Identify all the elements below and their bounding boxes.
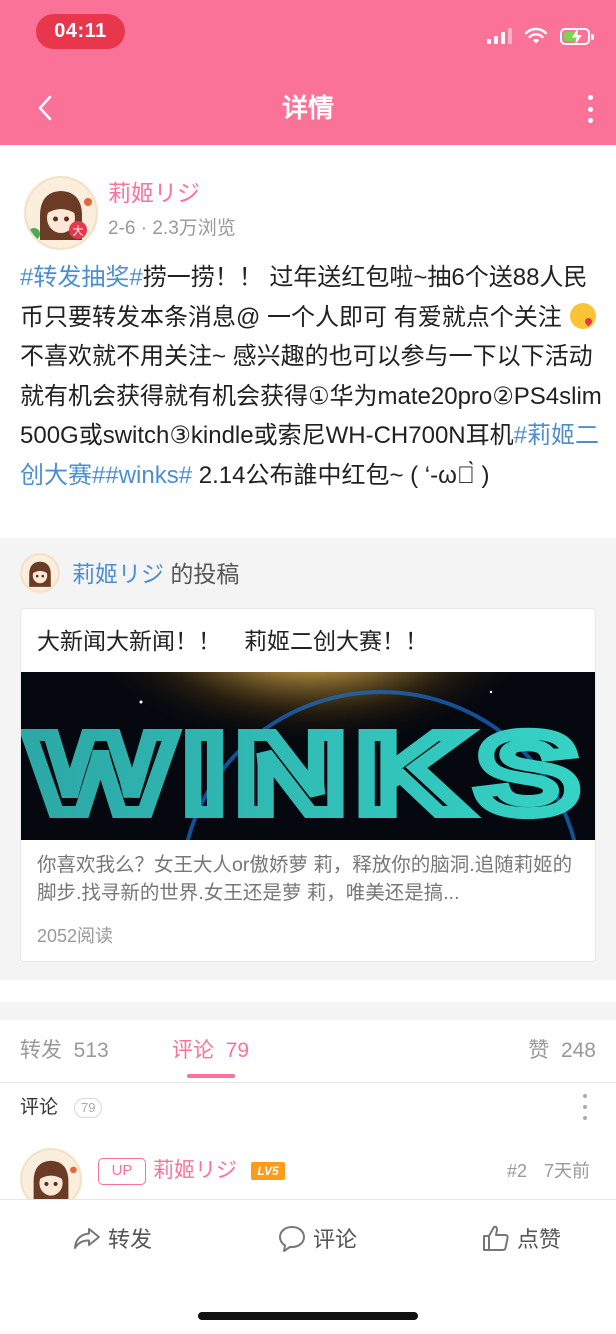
up-badge: UP	[98, 1158, 146, 1185]
speech-bubble-icon	[279, 1226, 305, 1252]
comment-button-label: 评论	[313, 1227, 358, 1252]
tab-repost-label: 转发	[20, 1039, 62, 1062]
author-avatar[interactable]: 大	[24, 176, 98, 250]
article-banner-image: WINKS	[21, 672, 595, 840]
tab-like[interactable]: 赞 248	[528, 1036, 596, 1066]
kiss-face-emoji-icon	[570, 302, 597, 329]
status-icons	[487, 24, 594, 48]
hashtag-link[interactable]: #winks#	[105, 462, 192, 489]
cellular-signal-icon	[487, 28, 512, 44]
author-name[interactable]: 莉姬リジ	[108, 178, 200, 208]
comment-time: 7天前	[544, 1161, 591, 1181]
banner-text: WINKS	[29, 711, 589, 836]
post-meta: 2-6 · 2.3万浏览	[108, 218, 236, 239]
comments-heading: 评论	[20, 1097, 59, 1118]
commenter-name[interactable]: 莉姬リジ	[153, 1156, 237, 1186]
comment-floor: #2	[507, 1161, 528, 1181]
page-title: 详情	[281, 93, 334, 123]
like-button-label: 点赞	[517, 1227, 562, 1252]
repost-author-avatar[interactable]	[20, 553, 60, 593]
level-badge: LV5	[251, 1162, 285, 1180]
tab-comment[interactable]: 评论 79	[172, 1036, 249, 1066]
repost-button[interactable]: 转发	[72, 1222, 152, 1254]
top-bar: 04:11 详情	[0, 0, 616, 145]
share-arrow-icon	[74, 1228, 100, 1249]
article-card[interactable]: 大新闻大新闻！！ 莉姬二创大赛！！ WINKS 你喜欢我么？女王大人or傲娇萝 …	[20, 608, 596, 962]
hashtag-link[interactable]: #转发抽奖#	[20, 264, 143, 291]
comment-button[interactable]: 评论	[277, 1222, 357, 1254]
tab-like-label: 赞	[528, 1039, 550, 1062]
comments-more-icon[interactable]	[582, 1094, 588, 1120]
article-read-count: 2052阅读	[37, 926, 114, 946]
tabs-divider	[0, 1082, 616, 1083]
more-options-icon[interactable]	[584, 95, 596, 123]
repost-author-name[interactable]: 莉姬リジ	[72, 561, 164, 587]
article-description: 你喜欢我么？女王大人or傲娇萝 莉，释放你的脑洞.追随莉姬的脚步.找寻新的世界.…	[37, 854, 573, 904]
post-text-segment: 2.14公布誰中红包~ ( ‘-ωก̀ )	[192, 461, 490, 489]
comments-count-badge: 79	[74, 1098, 103, 1118]
thumbs-up-icon	[483, 1225, 509, 1251]
article-title: 大新闻大新闻！！ 莉姬二创大赛！！	[37, 628, 428, 654]
section-divider	[0, 1002, 616, 1020]
like-button[interactable]: 点赞	[481, 1222, 561, 1254]
wifi-icon	[524, 27, 548, 44]
repost-button-label: 转发	[108, 1227, 153, 1252]
status-time: 04:11	[36, 14, 125, 49]
tab-like-count: 248	[560, 1039, 596, 1062]
active-tab-indicator	[187, 1074, 235, 1078]
repost-suffix: 的投稿	[170, 561, 240, 587]
tab-repost-count: 513	[73, 1039, 109, 1062]
home-indicator[interactable]	[198, 1312, 418, 1320]
tab-comment-count: 79	[225, 1039, 250, 1062]
svg-text:大: 大	[73, 224, 84, 238]
repost-header: 莉姬リジ 的投稿	[72, 559, 239, 589]
tab-comment-label: 评论	[172, 1039, 214, 1062]
tab-repost[interactable]: 转发 513	[20, 1036, 109, 1066]
battery-icon	[560, 27, 594, 45]
post-content: #转发抽奖#捞一捞！！ 过年送红包啦~抽6个送88人民币只要转发本条消息@ 一个…	[20, 258, 605, 496]
